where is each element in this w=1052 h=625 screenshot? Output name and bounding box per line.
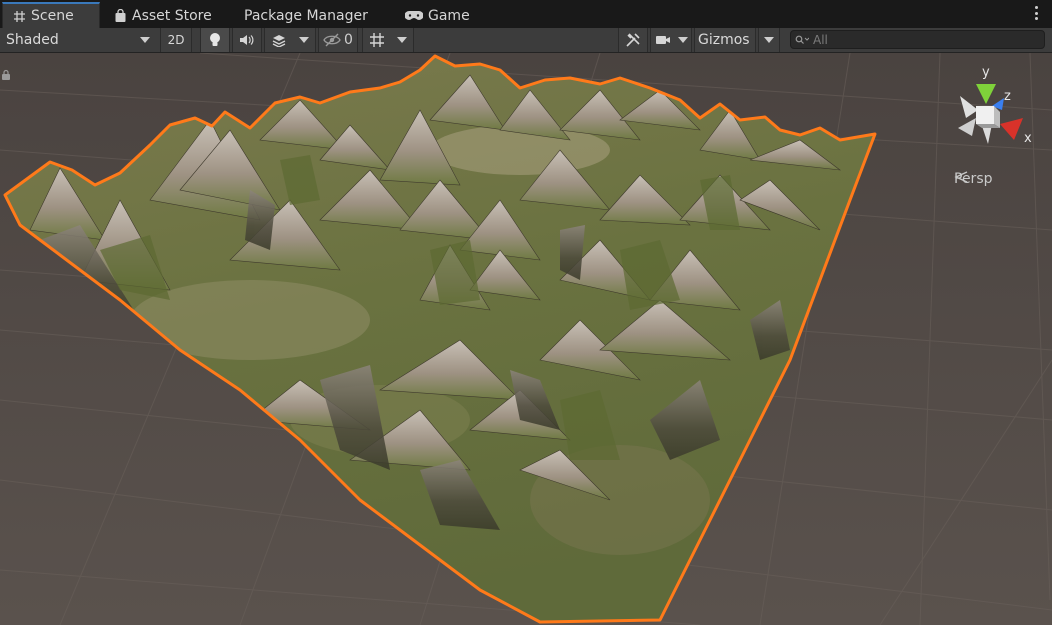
lock-icon[interactable] <box>0 69 12 81</box>
x-axis-cone <box>1000 118 1023 140</box>
chevron-down-icon <box>764 37 774 43</box>
gizmos-button[interactable]: Gizmos <box>694 28 756 52</box>
tab-label: Asset Store <box>132 7 212 24</box>
tab-asset-store[interactable]: Asset Store <box>104 3 220 28</box>
tools-button[interactable] <box>618 28 648 52</box>
eye-slash-icon <box>323 33 341 47</box>
scene-search-box[interactable] <box>790 30 1045 49</box>
tab-label: Game <box>428 7 470 24</box>
shading-mode-dropdown[interactable]: Shaded <box>0 28 156 52</box>
speaker-icon <box>240 35 254 45</box>
toggle-2d-label: 2D <box>167 33 185 47</box>
shading-mode-value: Shaded <box>6 32 59 48</box>
scene-viewport[interactable]: y z x Persp <box>0 53 1052 625</box>
light-bulb-icon <box>210 33 220 46</box>
search-icon <box>795 35 809 44</box>
gizmos-dropdown[interactable] <box>758 28 780 52</box>
chevron-down-icon <box>677 37 688 43</box>
tab-label: Scene <box>31 8 74 24</box>
layers-effects-icon <box>272 35 286 47</box>
more-options-icon[interactable] <box>1034 6 1040 22</box>
toggle-2d-button[interactable]: 2D <box>160 28 192 52</box>
tools-icon <box>626 33 640 47</box>
projection-toggle[interactable]: Persp <box>954 171 993 187</box>
gamepad-icon <box>404 8 424 24</box>
audio-toggle-button[interactable] <box>232 28 262 52</box>
lighting-toggle-button[interactable] <box>200 28 230 52</box>
camera-icon <box>655 36 670 44</box>
grid-snap-icon <box>370 33 384 47</box>
shopping-bag-icon <box>112 8 128 24</box>
tab-label: Package Manager <box>244 7 368 24</box>
tab-package-manager[interactable]: Package Manager <box>236 3 376 28</box>
gizmo-x-label: x <box>1024 131 1032 146</box>
chevron-down-icon <box>299 37 309 43</box>
hidden-objects-toggle[interactable]: 0 <box>318 28 358 52</box>
gizmo-y-label: y <box>982 65 990 80</box>
hidden-count: 0 <box>344 32 353 48</box>
chevron-left-icon <box>954 171 968 183</box>
camera-settings-dropdown[interactable] <box>650 28 692 52</box>
chevron-down-icon <box>140 37 150 43</box>
orientation-gizmo[interactable]: y z x <box>948 62 1038 162</box>
search-input[interactable] <box>809 32 1033 47</box>
tab-game[interactable]: Game <box>396 3 478 28</box>
grid-snap-dropdown[interactable] <box>362 28 414 52</box>
effects-dropdown[interactable] <box>264 28 316 52</box>
gizmo-z-label: z <box>1004 89 1011 104</box>
chevron-down-icon <box>397 37 407 43</box>
gizmos-label: Gizmos <box>698 32 750 48</box>
y-axis-cone <box>976 84 996 104</box>
grid-icon <box>11 8 27 24</box>
tab-scene[interactable]: Scene <box>2 2 100 28</box>
scene-render <box>0 53 1052 625</box>
editor-tab-bar: Scene Asset Store Package Manager Game <box>0 0 1052 29</box>
